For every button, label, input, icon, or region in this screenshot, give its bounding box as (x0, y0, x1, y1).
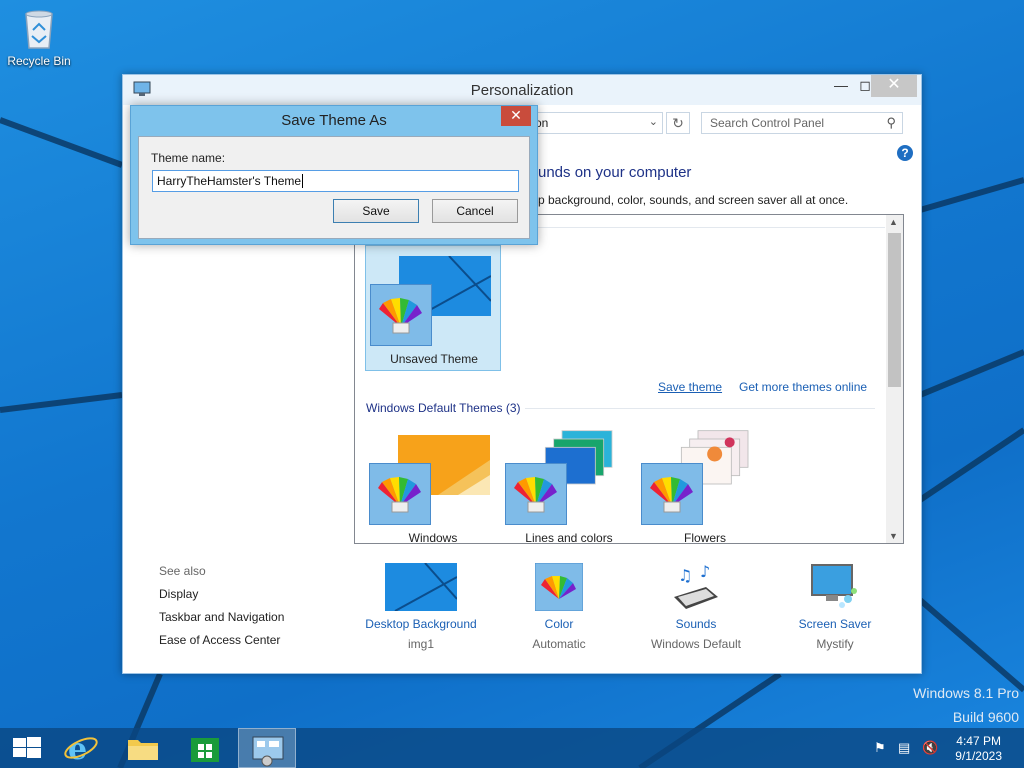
chevron-down-icon[interactable]: ⌄ (649, 115, 658, 128)
sounds-title: Sounds (675, 617, 717, 631)
see-also-title: See also (159, 564, 206, 578)
windows-build-watermark: Build 9600 (952, 709, 1019, 725)
svg-text:e: e (68, 732, 87, 767)
refresh-button[interactable]: ↻ (666, 112, 690, 134)
theme-label: Windows (408, 531, 458, 544)
theme-name-label: Theme name: (151, 151, 226, 165)
theme-list[interactable]: Unsaved Theme Save theme Get more themes… (354, 214, 904, 544)
color-palette-icon (369, 463, 431, 525)
dialog-body: Theme name: HarryTheHamster's Theme Save… (138, 136, 530, 239)
theme-label: Lines and colors (525, 531, 613, 544)
sounds-icon: ♫ ♪ (670, 562, 722, 611)
save-theme-dialog: Save Theme As ✕ Theme name: HarryTheHams… (130, 105, 538, 245)
svg-text:♪: ♪ (700, 563, 710, 581)
recycle-bin-label: Recycle Bin (7, 54, 71, 68)
svg-text:♫: ♫ (678, 566, 692, 585)
theme-tile-lines-and-colors[interactable]: Lines and colors (501, 425, 637, 544)
desktop-background-value: img1 (407, 637, 434, 651)
sounds-value: Windows Default (650, 637, 742, 651)
recycle-bin-icon (22, 6, 56, 50)
control-panel-taskbar-button[interactable] (238, 728, 296, 768)
color-palette-icon (370, 284, 432, 346)
color-palette-icon (641, 463, 703, 525)
color-palette-icon (534, 562, 584, 612)
start-button[interactable] (0, 728, 58, 768)
window-close-button[interactable]: ✕ (871, 75, 917, 97)
theme-name-input[interactable]: HarryTheHamster's Theme (152, 170, 519, 192)
network-icon[interactable]: ▤ (898, 740, 910, 756)
scrollbar-thumb[interactable] (888, 233, 901, 387)
store-button[interactable] (176, 728, 234, 768)
theme-label: Unsaved Theme (390, 352, 478, 366)
address-bar[interactable]: on ⌄ (528, 112, 663, 134)
get-more-themes-link[interactable]: Get more themes online (739, 380, 867, 394)
color-palette-icon (505, 463, 567, 525)
theme-name-value: HarryTheHamster's Theme (157, 174, 302, 188)
screen-saver-title: Screen Saver (798, 617, 872, 631)
desktop-background-title: Desktop Background (365, 617, 477, 631)
see-also-display-link[interactable]: Display (159, 587, 198, 601)
clock-time: 4:47 PM (956, 734, 1001, 748)
theme-tile-windows[interactable]: Windows (365, 425, 501, 544)
system-clock[interactable]: 4:47 PM 9/1/2023 (955, 734, 1002, 764)
screen-saver-icon (810, 563, 860, 611)
dialog-title: Save Theme As (281, 112, 387, 129)
page-subheading: p background, color, sounds, and screen … (538, 193, 849, 207)
file-explorer-button[interactable] (114, 728, 172, 768)
volume-muted-icon[interactable]: 🔇 (922, 740, 938, 756)
color-value: Automatic (532, 637, 586, 651)
action-center-flag-icon[interactable]: ⚑ (874, 740, 886, 756)
recycle-bin-shortcut[interactable]: Recycle Bin (4, 6, 74, 68)
sounds-item[interactable]: ♫ ♪ Sounds Windows Default (626, 562, 766, 651)
clock-date: 9/1/2023 (955, 749, 1002, 763)
window-titlebar[interactable]: Personalization — ◻ ✕ (123, 75, 921, 105)
internet-explorer-icon: e (64, 732, 98, 767)
color-title: Color (544, 617, 574, 631)
see-also-taskbar-link[interactable]: Taskbar and Navigation (159, 610, 284, 624)
save-theme-link[interactable]: Save theme (658, 380, 722, 394)
cancel-button[interactable]: Cancel (432, 199, 518, 223)
save-button[interactable]: Save (333, 199, 419, 223)
screen-saver-item[interactable]: Screen Saver Mystify (765, 563, 905, 651)
store-icon (191, 738, 219, 762)
desktop-background-item[interactable]: Desktop Background img1 (351, 562, 491, 651)
theme-label: Flowers (683, 531, 726, 544)
refresh-icon: ↻ (672, 115, 684, 131)
see-also-ease-of-access-link[interactable]: Ease of Access Center (159, 633, 280, 647)
window-title: Personalization (470, 82, 574, 99)
dialog-close-button[interactable]: ✕ (501, 106, 531, 126)
close-icon: ✕ (510, 107, 522, 123)
divider (525, 408, 875, 409)
taskbar: e ⚑ ▤ 🔇 4:47 PM 9/1/2023 (0, 728, 1024, 768)
screen-saver-value: Mystify (816, 637, 854, 651)
theme-tile-flowers[interactable]: Flowers (637, 425, 773, 544)
search-icon[interactable]: ⚲ (886, 115, 896, 131)
page-heading: unds on your computer (538, 164, 692, 181)
theme-list-scrollbar[interactable]: ▲ ▼ (886, 215, 903, 543)
search-placeholder: Search Control Panel (710, 116, 825, 130)
folder-icon (128, 740, 158, 760)
search-input[interactable]: Search Control Panel ⚲ (701, 112, 903, 134)
control-panel-icon (252, 736, 284, 767)
scroll-up-icon[interactable]: ▲ (889, 217, 898, 227)
scroll-down-icon[interactable]: ▼ (889, 531, 898, 541)
desktop-background-icon (385, 562, 458, 612)
theme-tile-unsaved[interactable]: Unsaved Theme (365, 245, 501, 371)
internet-explorer-button[interactable]: e (52, 728, 110, 768)
help-icon[interactable]: ? (897, 145, 913, 161)
windows-edition-watermark: Windows 8.1 Pro (913, 685, 1019, 701)
color-item[interactable]: Color Automatic (489, 562, 629, 651)
default-themes-group-label: Windows Default Themes (3) (366, 401, 521, 415)
windows-logo-icon (13, 737, 41, 758)
